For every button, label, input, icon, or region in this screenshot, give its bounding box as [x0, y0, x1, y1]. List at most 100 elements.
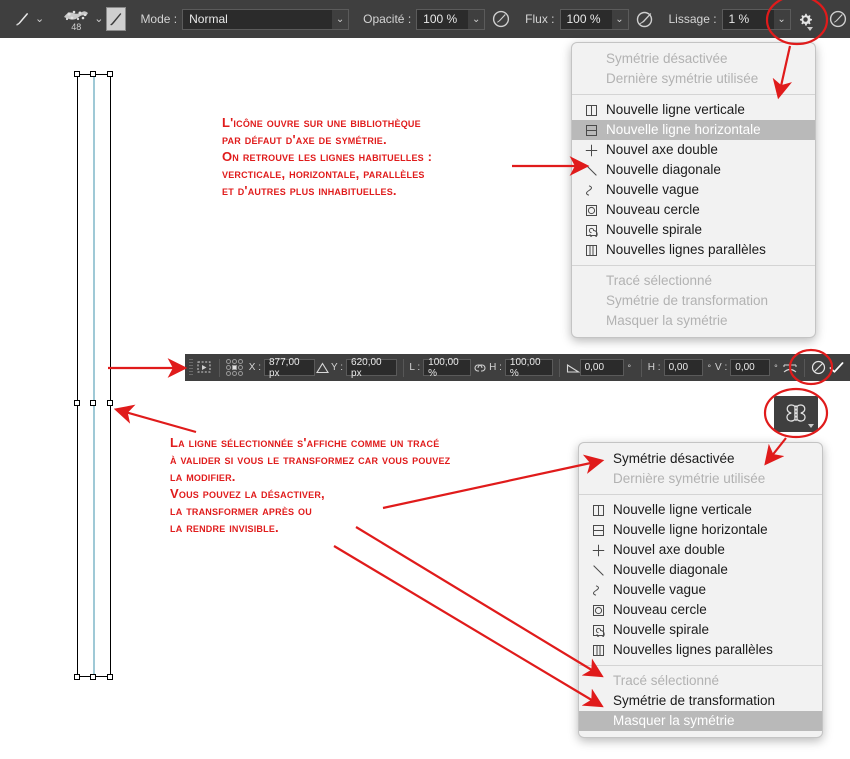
menu-item-nouvelle-ligne-verticale[interactable]: Nouvelle ligne verticale — [579, 500, 822, 520]
anchor-grid-icon[interactable] — [225, 359, 243, 376]
chain-link-icon[interactable] — [471, 359, 489, 377]
dual-axis-icon — [591, 543, 606, 558]
menu-item-label: Nouvel axe double — [606, 142, 718, 158]
pressure-opacity-icon[interactable] — [491, 6, 511, 32]
dual-axis-icon — [584, 143, 599, 158]
menu-divider — [572, 265, 815, 266]
menu-item-label: Symétrie désactivée — [613, 451, 735, 467]
brush-tool-caret-icon[interactable]: ⌄ — [35, 13, 44, 25]
transform-handle-mid-left[interactable] — [74, 400, 80, 406]
height-label: H : — [489, 362, 502, 373]
transform-handle-bottom-right[interactable] — [107, 674, 113, 680]
menu-section-lines: Nouvelle ligne verticale Nouvelle ligne h… — [579, 500, 822, 660]
mode-value[interactable]: Normal — [182, 8, 333, 30]
menu-item-label: Nouvelle diagonale — [606, 162, 721, 178]
rotate-angle-icon[interactable] — [566, 359, 580, 377]
transform-handle-top-right[interactable] — [107, 71, 113, 77]
menu-item-label: Nouvelle ligne horizontale — [606, 122, 761, 138]
screenshot-root: ⌄ 48 ⌄ Mode : Normal ⌄ Opacité: 100 % ⌄… — [0, 0, 850, 759]
wave-icon — [591, 583, 606, 598]
reference-point-icon[interactable] — [197, 358, 213, 378]
transform-handle-bottom-center[interactable] — [90, 674, 96, 680]
menu-item-label: Tracé sélectionné — [613, 673, 720, 689]
mode-select[interactable]: Normal ⌄ — [182, 8, 350, 30]
height-input[interactable]: 100,00 % — [504, 357, 553, 379]
brush-panel-icon[interactable] — [106, 7, 127, 31]
symmetry-menu-top[interactable]: Symétrie désactivée Dernière symétrie uti… — [571, 42, 816, 338]
transform-bar-grip[interactable] — [189, 359, 194, 376]
y-input[interactable]: 620,00 px — [346, 357, 397, 379]
chevron-down-icon[interactable]: ⌄ — [332, 8, 350, 30]
circle-icon — [591, 603, 606, 618]
menu-item-nouvelle-vague[interactable]: Nouvelle vague — [579, 580, 822, 600]
cancel-transform-icon[interactable] — [811, 358, 827, 378]
menu-item-nouvel-axe-double[interactable]: Nouvel axe double — [572, 140, 815, 160]
x-input[interactable]: 877,00 px — [263, 357, 315, 379]
chevron-down-icon[interactable] — [806, 27, 813, 31]
rotate-input[interactable]: 0,00 — [579, 359, 624, 376]
chevron-down-icon[interactable]: ⌄ — [468, 8, 486, 30]
brush-tool-icon[interactable] — [12, 6, 32, 32]
menu-item-label: Nouvelle vague — [613, 582, 707, 598]
gear-icon[interactable] — [797, 6, 814, 32]
menu-item-nouvelles-lignes-paralleles[interactable]: Nouvelles lignes parallèles — [579, 640, 822, 660]
menu-section-header: Symétrie désactivée Dernière symétrie uti… — [572, 49, 815, 89]
chevron-down-icon[interactable] — [808, 424, 814, 428]
menu-item-nouvelle-spirale[interactable]: Nouvelle spirale — [579, 620, 822, 640]
menu-item-nouvelle-ligne-horizontale[interactable]: Nouvelle ligne horizontale — [572, 120, 815, 140]
menu-item-label: Nouveau cercle — [613, 602, 707, 618]
transform-handle-mid-center[interactable] — [90, 400, 96, 406]
vertical-line-icon — [584, 103, 599, 118]
flow-value[interactable]: 100 % — [559, 8, 612, 30]
menu-item-nouvelle-spirale[interactable]: Nouvelle spirale — [572, 220, 815, 240]
menu-item-masquer-la-symetrie[interactable]: Masquer la symétrie — [579, 711, 822, 731]
transform-handle-top-left[interactable] — [74, 71, 80, 77]
opacity-select[interactable]: 100 % ⌄ — [416, 8, 486, 30]
skew-v-input[interactable]: 0,00 — [730, 359, 771, 376]
menu-item-label: Dernière symétrie utilisée — [606, 71, 759, 87]
pressure-size-icon[interactable] — [828, 6, 848, 32]
brush-preset-picker[interactable]: 48 — [61, 3, 91, 35]
skew-h-input[interactable]: 0,00 — [663, 359, 704, 376]
arrow-note-to-transform-symmetry — [355, 526, 604, 678]
symmetry-button-floating[interactable] — [774, 396, 818, 432]
transform-handle-top-center[interactable] — [90, 71, 96, 77]
menu-item-label: Nouvelle spirale — [606, 222, 703, 238]
opacity-value[interactable]: 100 % — [416, 8, 469, 30]
transform-handle-bottom-left[interactable] — [74, 674, 80, 680]
menu-item-nouvelle-diagonale[interactable]: Nouvelle diagonale — [579, 560, 822, 580]
chevron-down-icon[interactable]: ⌄ — [611, 8, 629, 30]
annotation-text-bottom: La ligne sélectionnée s'affiche comme un… — [170, 435, 451, 535]
menu-item-nouvelle-diagonale[interactable]: Nouvelle diagonale — [572, 160, 815, 180]
menu-item-masquer-la-symetrie: Masquer la symétrie — [572, 311, 815, 331]
menu-item-nouveau-cercle[interactable]: Nouveau cercle — [579, 600, 822, 620]
transform-handle-mid-right[interactable] — [107, 400, 113, 406]
menu-item-nouvelle-vague[interactable]: Nouvelle vague — [572, 180, 815, 200]
menu-item-symetrie-de-transformation[interactable]: Symétrie de transformation — [579, 691, 822, 711]
menu-item-nouvelle-ligne-verticale[interactable]: Nouvelle ligne verticale — [572, 100, 815, 120]
menu-item-trace-selectionne: Tracé sélectionné — [579, 671, 822, 691]
commit-transform-icon[interactable] — [827, 358, 846, 378]
menu-item-symetrie-desactivee[interactable]: Symétrie désactivée — [579, 449, 822, 469]
delta-triangle-icon[interactable] — [315, 359, 331, 377]
warp-mode-icon[interactable] — [782, 358, 798, 378]
path-line-right — [110, 75, 111, 675]
symmetry-menu-bottom[interactable]: Symétrie désactivée Dernière symétrie uti… — [578, 442, 823, 738]
menu-item-nouveau-cercle[interactable]: Nouveau cercle — [572, 200, 815, 220]
menu-item-nouvel-axe-double[interactable]: Nouvel axe double — [579, 540, 822, 560]
smoothing-value[interactable]: 1 % — [721, 8, 774, 30]
menu-item-nouvelles-lignes-paralleles[interactable]: Nouvelles lignes parallèles — [572, 240, 815, 260]
menu-item-label: Nouvelle vague — [606, 182, 700, 198]
flow-select[interactable]: 100 % ⌄ — [559, 8, 629, 30]
chevron-down-icon[interactable]: ⌄ — [773, 8, 791, 30]
width-input[interactable]: 100,00 % — [423, 357, 472, 379]
symmetry-guide-line — [93, 72, 95, 680]
menu-item-label: Symétrie désactivée — [606, 51, 728, 67]
menu-item-label: Masquer la symétrie — [606, 313, 728, 329]
brush-preset-caret-icon[interactable]: ⌄ — [94, 13, 103, 25]
smoothing-select[interactable]: 1 % ⌄ — [721, 8, 791, 30]
airbrush-icon[interactable] — [635, 6, 655, 32]
diagonal-line-icon — [591, 563, 606, 578]
horizontal-line-icon — [584, 123, 599, 138]
menu-item-nouvelle-ligne-horizontale[interactable]: Nouvelle ligne horizontale — [579, 520, 822, 540]
